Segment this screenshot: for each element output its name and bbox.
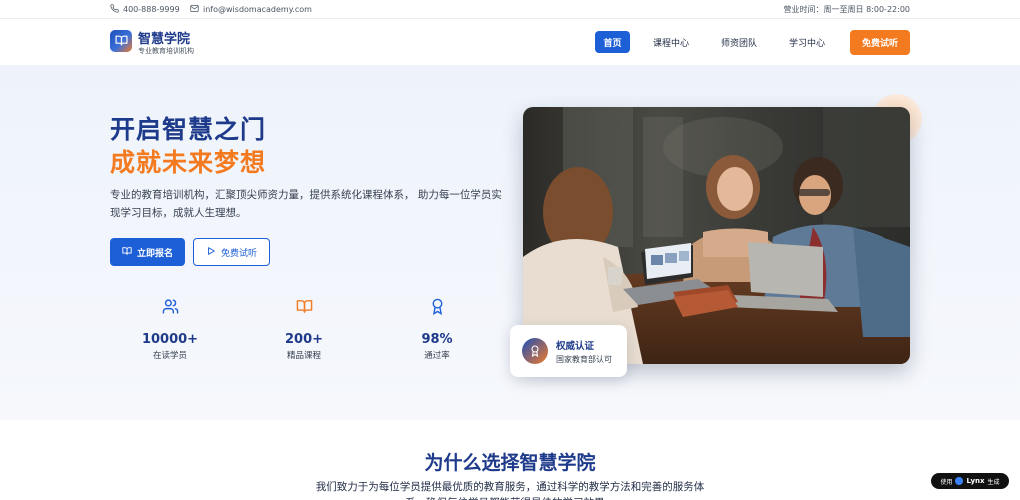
book-open-icon [259, 298, 349, 318]
lynx-generated-badge[interactable]: 使用 Lynx 生成 [931, 473, 1009, 489]
enroll-button[interactable]: 立即报名 [110, 238, 185, 266]
business-hours: 营业时间：周一至周日 8:00-22:00 [783, 5, 910, 14]
badge-brand: Lynx [966, 477, 985, 485]
badge-suffix: 生成 [987, 478, 1000, 486]
stat-value: 98% [421, 332, 453, 347]
stat-value: 10000+ [141, 332, 199, 347]
certification-card: 权威认证 国家教育部认可 [510, 325, 627, 377]
hero-trial-button-label: 免费试听 [220, 248, 257, 259]
award-icon [522, 338, 548, 364]
nav-courses[interactable]: 课程中心 [648, 31, 694, 53]
stat-pass-rate: 98% 通过率 [392, 298, 482, 361]
stat-value: 200+ [284, 332, 324, 347]
mail-icon [190, 4, 199, 15]
certification-subtitle: 国家教育部认可 [556, 355, 612, 364]
phone-icon [110, 4, 119, 15]
logo[interactable] [110, 30, 132, 52]
book-open-icon [114, 32, 128, 51]
top-info-bar: 400-888-9999 info@wisdomacademy.com 营业时间… [0, 0, 1020, 19]
nav-home[interactable]: 首页 [595, 31, 630, 53]
hero-title-line1: 开启智慧之门 [110, 115, 267, 144]
stat-label: 精品课程 [286, 351, 321, 361]
stat-courses: 200+ 精品课程 [259, 298, 349, 361]
users-icon [125, 298, 215, 318]
phone-number: 400-888-9999 [123, 5, 180, 14]
free-trial-button[interactable]: 免费试听 [850, 30, 910, 55]
play-icon [206, 246, 216, 259]
stat-students: 10000+ 在读学员 [125, 298, 215, 361]
stat-label: 通过率 [424, 351, 450, 361]
hero-trial-button[interactable]: 免费试听 [193, 238, 270, 266]
enroll-button-label: 立即报名 [136, 248, 173, 259]
badge-prefix: 使用 [940, 478, 953, 486]
nav-learning-center[interactable]: 学习中心 [784, 31, 830, 53]
main-header: 智慧学院 专业教育培训机构 首页 课程中心 师资团队 学习中心 免费试听 [0, 19, 1020, 65]
certification-title: 权威认证 [556, 341, 595, 352]
award-icon [392, 298, 482, 318]
book-open-icon [122, 246, 132, 259]
hero-description: 专业的教育培训机构，汇聚顶尖师资力量，提供系统化课程体系， 助力每一位学员实现学… [110, 189, 502, 219]
brand-tagline: 专业教育培训机构 [138, 47, 194, 55]
email-contact[interactable]: info@wisdomacademy.com [190, 4, 312, 15]
lynx-logo-icon [955, 477, 964, 485]
nav-teachers[interactable]: 师资团队 [716, 31, 762, 53]
phone-contact[interactable]: 400-888-9999 [110, 4, 180, 15]
why-section-description: 我们致力于为每位学员提供最优质的教育服务，通过科学的教学方法和完善的服务体系，确… [315, 481, 705, 500]
brand-name[interactable]: 智慧学院 [138, 28, 190, 47]
why-section-title: 为什么选择智慧学院 [424, 452, 596, 474]
email-address: info@wisdomacademy.com [203, 5, 312, 14]
hero-title-line2: 成就未来梦想 [110, 148, 267, 177]
stat-label: 在读学员 [152, 351, 187, 361]
